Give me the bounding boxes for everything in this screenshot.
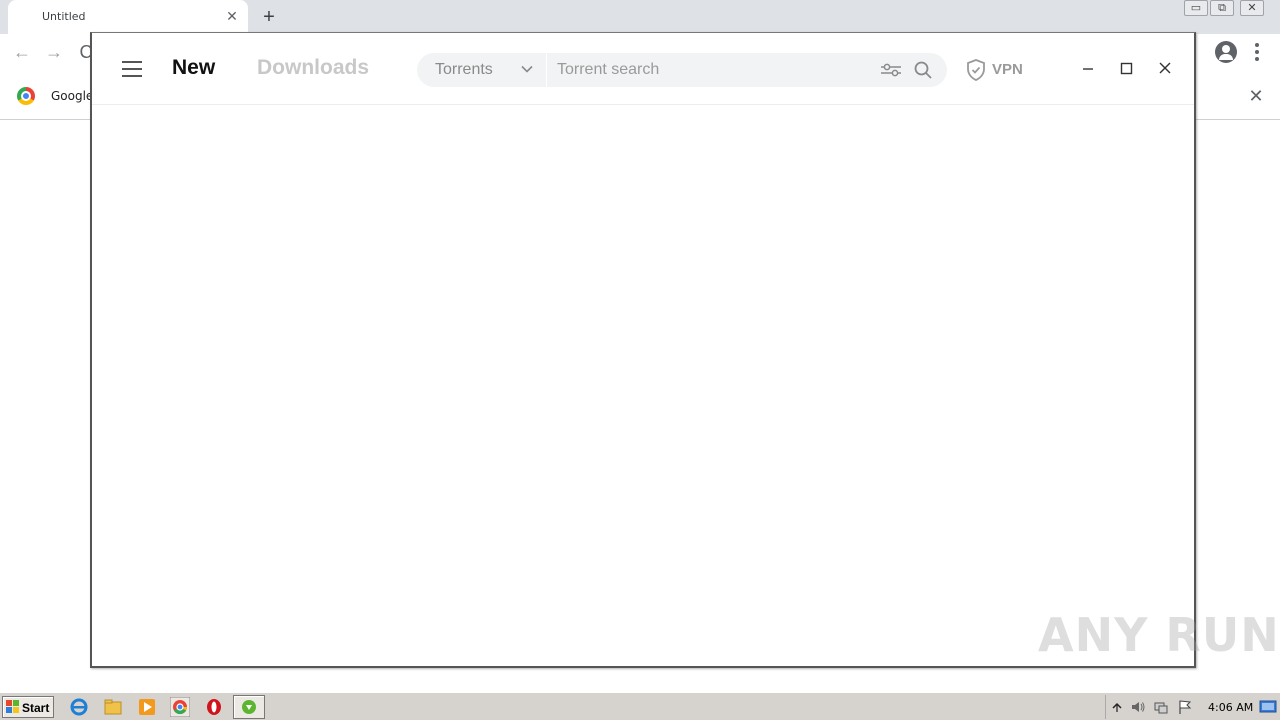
chevron-down-icon <box>521 65 533 73</box>
browser-tab-title: Untitled <box>42 10 86 23</box>
internet-explorer-icon[interactable] <box>69 697 89 717</box>
chrome-logo-icon <box>17 87 35 105</box>
browser-tab[interactable]: Untitled ✕ <box>8 0 248 34</box>
infobar-label[interactable]: Google <box>51 89 93 103</box>
tab-downloads[interactable]: Downloads <box>257 56 369 80</box>
app-header: New Downloads Torrents Torrent search VP… <box>92 33 1194 105</box>
volume-icon[interactable] <box>1130 699 1146 715</box>
opera-icon[interactable] <box>204 697 224 717</box>
app-content-area <box>92 106 1194 666</box>
minimize-icon[interactable] <box>1077 57 1099 79</box>
browser-menu-icon[interactable] <box>1252 41 1262 63</box>
taskbar-clock[interactable]: 4:06 AM <box>1208 701 1253 714</box>
browser-minimize-button[interactable]: ▭ <box>1184 0 1208 16</box>
tab-new[interactable]: New <box>172 56 215 80</box>
torrent-search-input[interactable] <box>557 59 867 81</box>
shield-check-icon <box>967 59 985 81</box>
tray-expand-icon[interactable] <box>1109 699 1125 715</box>
browser-tab-strip: Untitled ✕ + ▭ ⧉ ✕ <box>0 0 1280 34</box>
show-desktop-icon[interactable] <box>1259 699 1277 715</box>
maximize-icon[interactable] <box>1115 57 1137 79</box>
forward-arrow-icon[interactable]: → <box>42 40 66 64</box>
vpn-label: VPN <box>992 61 1023 78</box>
hamburger-menu-icon[interactable] <box>122 60 144 78</box>
watermark-text: ANY RUN <box>1038 608 1280 662</box>
network-icon[interactable] <box>1153 699 1169 715</box>
media-player-icon[interactable] <box>137 697 157 717</box>
infobar-close-icon[interactable]: ✕ <box>1246 86 1266 106</box>
start-label: Start <box>22 701 50 715</box>
start-button[interactable]: Start <box>2 696 54 718</box>
windows-logo-icon <box>6 700 19 713</box>
browser-restore-button[interactable]: ⧉ <box>1210 0 1234 16</box>
torrent-taskbar-button[interactable] <box>233 695 265 719</box>
torrent-app-window: New Downloads Torrents Torrent search VP… <box>90 32 1196 668</box>
action-center-flag-icon[interactable] <box>1177 699 1193 715</box>
search-icon[interactable] <box>913 60 933 80</box>
chrome-taskbar-icon[interactable] <box>170 697 190 717</box>
search-category-dropdown[interactable]: Torrents <box>417 53 547 87</box>
search-bar: Torrents <box>417 53 947 87</box>
profile-avatar-icon[interactable] <box>1215 41 1237 63</box>
browser-tab-close-icon[interactable]: ✕ <box>224 8 240 24</box>
close-icon[interactable] <box>1154 57 1176 79</box>
search-category-label: Torrents <box>435 61 493 78</box>
torrent-download-icon <box>242 700 256 714</box>
anyrun-watermark: ANY RUN <box>1038 608 1280 668</box>
file-explorer-icon[interactable] <box>103 697 123 717</box>
back-arrow-icon[interactable]: ← <box>10 40 34 64</box>
new-tab-button[interactable]: + <box>258 6 280 28</box>
system-tray <box>1105 695 1280 719</box>
filter-sliders-icon[interactable] <box>880 61 902 79</box>
browser-close-button[interactable]: ✕ <box>1240 0 1264 16</box>
windows-taskbar: Start 4:06 AM <box>0 692 1280 720</box>
